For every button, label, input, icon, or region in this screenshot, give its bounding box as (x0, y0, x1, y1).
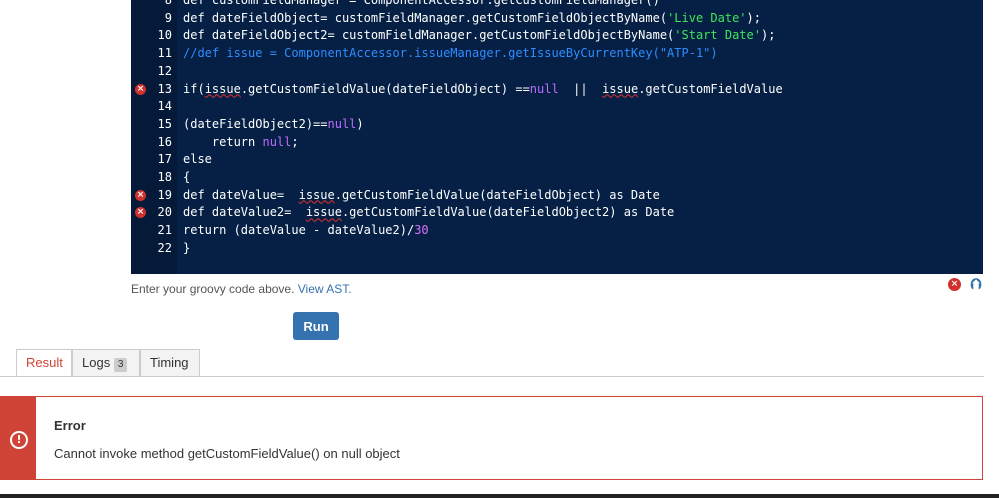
line-number: 8 (164, 0, 172, 7)
error-panel: ! Error Cannot invoke method getCustomFi… (0, 396, 983, 480)
error-message: Cannot invoke method getCustomFieldValue… (54, 446, 400, 461)
line-number: 14 (157, 99, 172, 114)
line-number: 16 (157, 134, 172, 149)
alert-icon: ! (10, 431, 28, 449)
code-editor[interactable]: 8 9 10 11 12 13 × 14 15 16 17 18 19 × 20 × 21 22 def cust… (131, 0, 983, 274)
tab-logs[interactable]: Logs 3 (72, 349, 140, 377)
code-line[interactable]: if(issue.getCustomFieldValue(dateFieldOb… (183, 81, 783, 99)
line-error-icon[interactable]: × (135, 83, 146, 95)
code-line[interactable]: def dateFieldObject2= customFieldManager… (183, 27, 775, 45)
code-line[interactable]: def dateValue= issue.getCustomFieldValue… (183, 187, 660, 205)
tab-timing[interactable]: Timing (140, 349, 200, 377)
code-line[interactable]: def dateFieldObject= customFieldManager.… (183, 10, 761, 28)
line-number: 10 (157, 28, 172, 43)
tab-logs-label: Logs (82, 355, 111, 370)
line-error-icon[interactable]: × (135, 189, 146, 201)
hint-text: Enter your groovy code above. (131, 282, 298, 296)
editor-hint: Enter your groovy code above. View AST. (131, 282, 352, 296)
upload-arrow-icon[interactable]: ⮉ (970, 276, 986, 293)
tab-timing-label: Timing (150, 355, 189, 370)
line-number: 17 (157, 152, 172, 167)
error-title: Error (54, 418, 86, 433)
code-line[interactable]: def customFieldManager = ComponentAccess… (183, 0, 660, 10)
line-number: 18 (157, 170, 172, 184)
tab-result[interactable]: Result (16, 349, 72, 377)
line-number: 15 (157, 116, 172, 131)
error-status-icon[interactable]: × (948, 278, 961, 291)
code-line[interactable]: { (183, 169, 190, 187)
code-line[interactable]: (dateFieldObject2)==null) (183, 116, 364, 134)
tab-result-label: Result (26, 355, 63, 370)
code-line[interactable]: return (dateValue - dateValue2)/30 (183, 222, 429, 240)
error-side-bar: ! (1, 397, 36, 479)
run-button[interactable]: Run (293, 312, 339, 340)
line-number: 11 (157, 46, 172, 61)
bottom-edge (0, 494, 999, 498)
line-gutter: 8 9 10 11 12 13 × 14 15 16 17 18 19 × 20 × 21 22 (131, 0, 177, 274)
code-line[interactable]: else (183, 151, 212, 169)
code-line[interactable]: return null; (183, 134, 299, 152)
code-line[interactable]: //def issue = ComponentAccessor.issueMan… (183, 45, 718, 63)
logs-count-badge: 3 (113, 358, 128, 372)
line-number: 21 (157, 223, 172, 238)
line-number: 22 (157, 240, 172, 255)
code-line[interactable]: def dateValue2= issue.getCustomFieldValu… (183, 204, 674, 222)
tabs-divider (0, 376, 984, 377)
line-number: 9 (164, 10, 172, 25)
view-ast-link[interactable]: View AST. (298, 282, 352, 296)
code-line[interactable]: } (183, 240, 190, 258)
line-number: 12 (157, 63, 172, 78)
